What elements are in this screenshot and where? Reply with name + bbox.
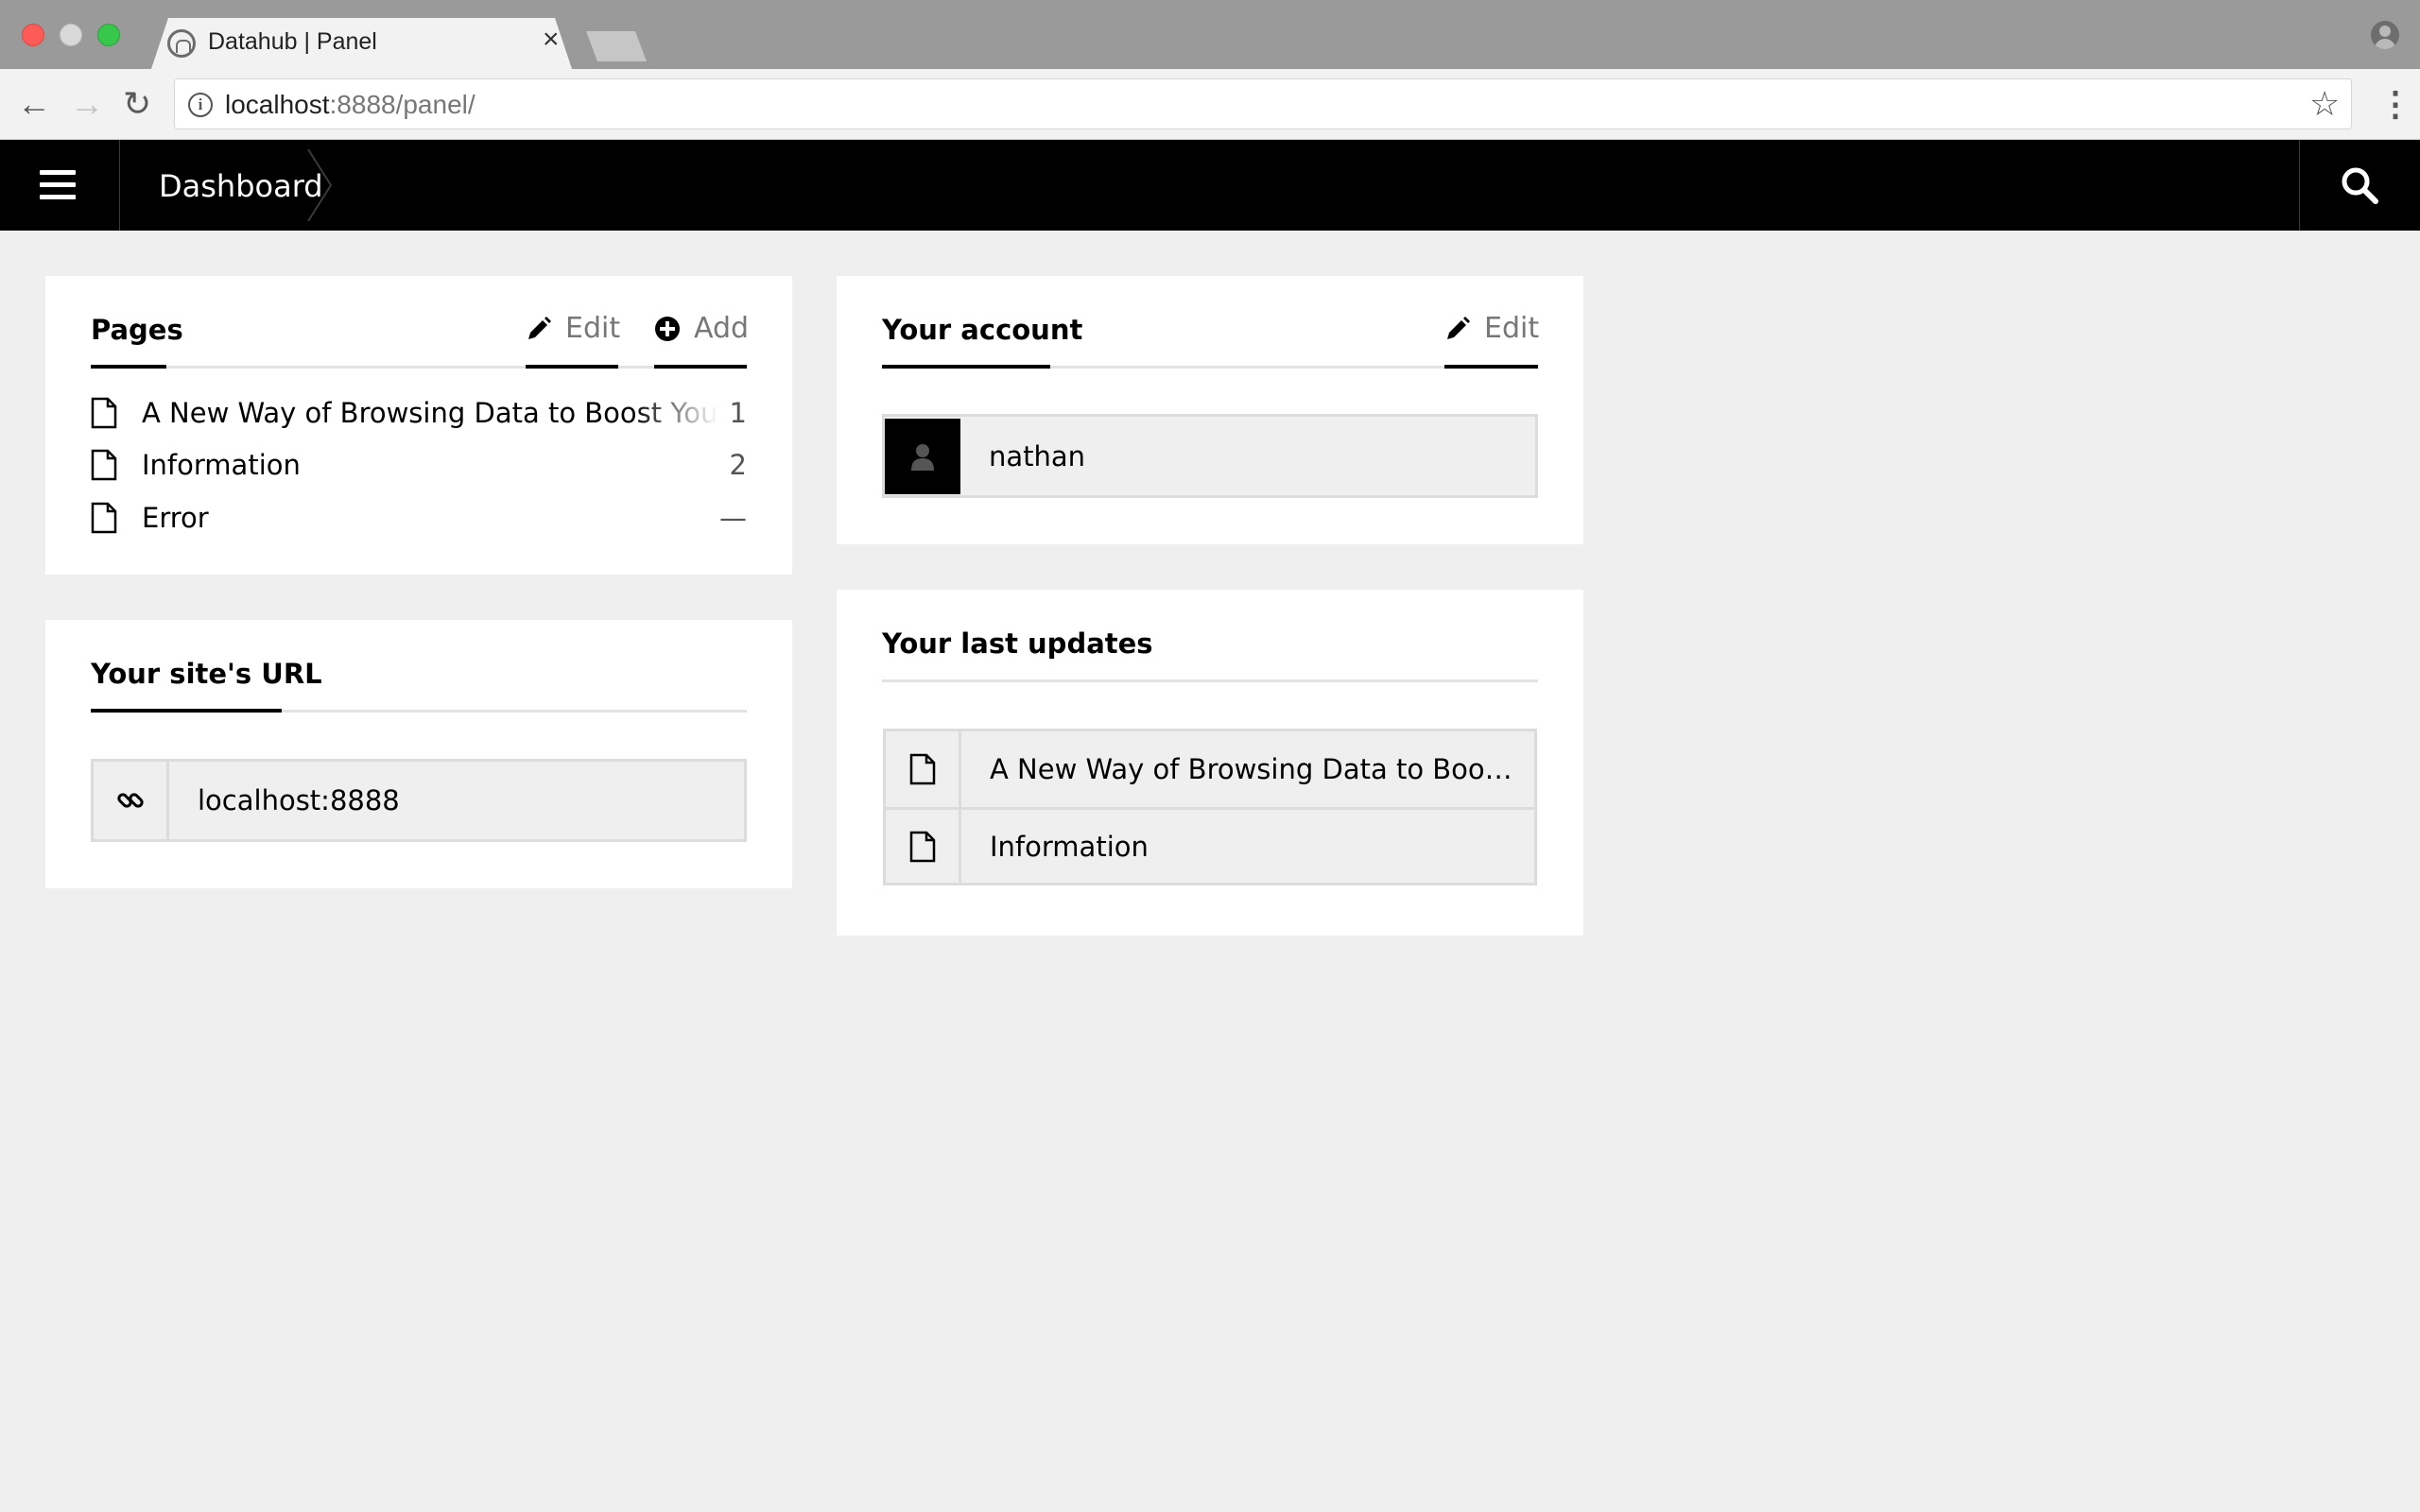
- account-edit-label: Edit: [1484, 312, 1540, 345]
- pencil-icon: [1447, 316, 1470, 339]
- update-title: Information: [990, 830, 1149, 863]
- menu-dots-icon[interactable]: ⋮: [2378, 85, 2412, 123]
- link-icon: [94, 762, 169, 839]
- list-item[interactable]: Information: [886, 807, 1534, 883]
- update-title: A New Way of Browsing Data to Boost Your…: [990, 753, 1519, 785]
- profile-icon[interactable]: [2371, 21, 2399, 49]
- document-icon: [91, 502, 117, 534]
- window-maximize-button[interactable]: [97, 24, 120, 46]
- document-icon: [91, 397, 117, 429]
- account-widget-title: Your account: [882, 314, 1083, 346]
- pencil-icon: [528, 316, 551, 339]
- account-username: nathan: [989, 439, 1086, 472]
- page-number: 1: [729, 397, 747, 429]
- avatar: [885, 418, 960, 494]
- window-minimize-button[interactable]: [60, 24, 82, 46]
- tab-close-icon[interactable]: ×: [543, 26, 560, 54]
- document-icon: [91, 449, 117, 481]
- divider: [1444, 365, 1538, 369]
- divider: [526, 365, 618, 369]
- divider: [91, 709, 282, 713]
- url-host: localhost: [225, 90, 330, 119]
- back-arrow-icon[interactable]: ←: [17, 85, 51, 123]
- user-icon: [911, 443, 934, 471]
- list-item[interactable]: Information 2: [91, 439, 747, 490]
- list-item[interactable]: A New Way of Browsing Data to Boost Your…: [886, 731, 1534, 807]
- document-icon: [886, 810, 961, 883]
- divider: [882, 365, 1050, 369]
- pages-edit-label: Edit: [565, 312, 621, 345]
- pages-widget-title: Pages: [91, 314, 183, 346]
- hamburger-menu-icon[interactable]: [40, 170, 76, 200]
- account-edit-button[interactable]: Edit: [1444, 312, 1539, 345]
- site-url-widget-title: Your site's URL: [91, 658, 322, 690]
- plus-circle-icon: [655, 316, 680, 341]
- pages-add-label: Add: [694, 312, 750, 345]
- divider: [91, 365, 166, 369]
- pages-add-button[interactable]: Add: [654, 312, 749, 345]
- star-icon[interactable]: ☆: [2309, 85, 2340, 123]
- page-title: Information: [142, 449, 301, 481]
- list-item[interactable]: A New Way of Browsing Data to Boost Your…: [91, 387, 747, 438]
- page-number: —: [719, 502, 747, 534]
- address-bar[interactable]: [174, 78, 2352, 129]
- site-url-value: localhost:8888: [198, 784, 400, 816]
- updates-list: A New Way of Browsing Data to Boost Your…: [883, 729, 1537, 885]
- list-item[interactable]: Error —: [91, 492, 747, 543]
- info-icon[interactable]: i: [188, 93, 213, 117]
- url-text[interactable]: localhost:8888/panel/: [225, 90, 475, 120]
- divider: [91, 366, 747, 369]
- site-url-field[interactable]: localhost:8888: [91, 759, 747, 842]
- page-title: A New Way of Browsing Data to Boost Your…: [142, 397, 718, 429]
- pages-edit-button[interactable]: Edit: [526, 312, 620, 345]
- favicon-icon: [167, 29, 196, 58]
- forward-arrow-icon[interactable]: →: [70, 85, 104, 123]
- divider: [2299, 140, 2300, 231]
- url-path: :8888/panel/: [329, 90, 475, 119]
- divider: [119, 140, 120, 231]
- breadcrumb-dashboard[interactable]: Dashboard: [159, 168, 323, 204]
- reload-icon[interactable]: ↻: [123, 85, 151, 123]
- account-user-field[interactable]: nathan: [882, 414, 1538, 498]
- search-icon[interactable]: [2339, 164, 2380, 206]
- divider: [882, 679, 1538, 682]
- divider: [654, 365, 747, 369]
- page-number: 2: [729, 449, 747, 481]
- page-title: Error: [142, 502, 209, 534]
- breadcrumb-chevron-icon: [307, 149, 333, 221]
- last-updates-widget-title: Your last updates: [882, 627, 1153, 660]
- window-close-button[interactable]: [22, 24, 44, 46]
- app-topbar: [0, 140, 2420, 231]
- document-icon: [886, 731, 961, 807]
- tab-title: Datahub | Panel: [208, 28, 377, 55]
